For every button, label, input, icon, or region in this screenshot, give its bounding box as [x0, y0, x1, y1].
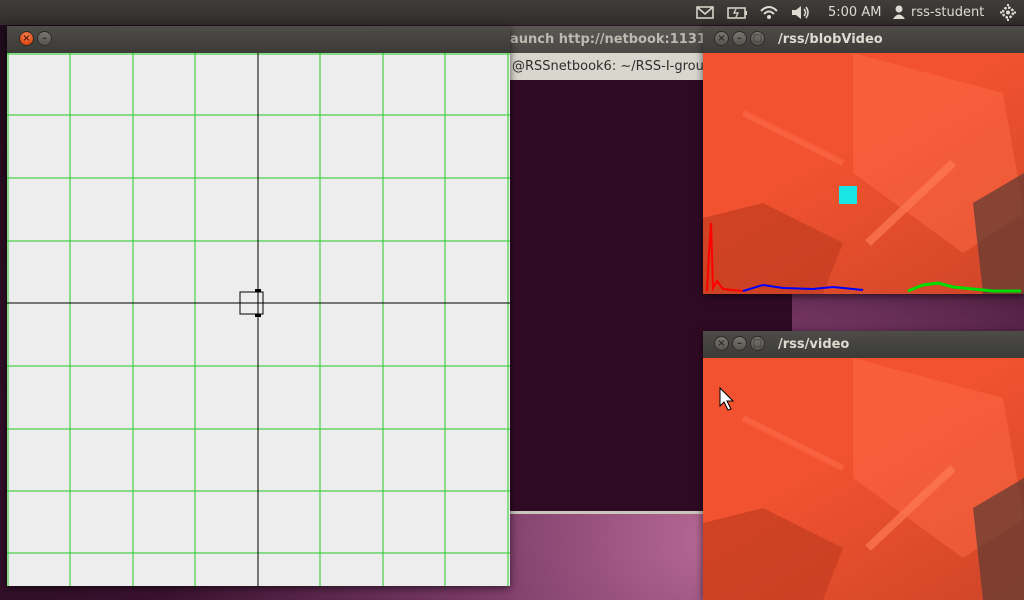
minimize-icon[interactable]: –	[732, 336, 747, 351]
close-icon[interactable]: ×	[714, 336, 729, 351]
video-frame	[703, 358, 1024, 600]
settings-gear-icon[interactable]	[998, 0, 1018, 25]
mouse-cursor-icon	[719, 386, 735, 411]
user-icon	[892, 0, 906, 25]
blob-video-frame	[703, 53, 1024, 294]
blob-video-title: /rss/blobVideo	[778, 32, 883, 47]
clock-label[interactable]: 5:00 AM	[828, 0, 881, 25]
terminal-title: aunch http://netbook:1131	[510, 32, 706, 47]
grid-window[interactable]: × –	[7, 26, 510, 586]
volume-icon[interactable]	[790, 0, 812, 25]
terminal-tab-label: @RSSnetbook6: ~/RSS-I-grou	[512, 59, 704, 74]
close-icon[interactable]: ×	[19, 31, 34, 46]
video-window[interactable]: × – □ /rss/video	[703, 331, 1024, 600]
video-overlay	[703, 358, 1024, 600]
blob-video-window[interactable]: × – □ /rss/blobVideo	[703, 26, 1024, 294]
wifi-icon[interactable]	[759, 0, 779, 25]
maximize-icon[interactable]: □	[750, 31, 765, 46]
blob-video-titlebar[interactable]: × – □ /rss/blobVideo	[703, 26, 1024, 53]
user-name-label[interactable]: rss-student	[911, 0, 984, 25]
blob-video-overlay	[703, 53, 1024, 294]
minimize-icon[interactable]: –	[37, 31, 52, 46]
blob-marker	[839, 186, 857, 204]
battery-icon[interactable]	[727, 0, 749, 25]
maximize-icon[interactable]: □	[750, 336, 765, 351]
video-titlebar[interactable]: × – □ /rss/video	[703, 331, 1024, 358]
minimize-icon[interactable]: –	[732, 31, 747, 46]
top-panel: 5:00 AM rss-student	[0, 0, 1024, 25]
grid-plot	[7, 53, 510, 586]
mail-icon[interactable]	[695, 0, 715, 25]
close-icon[interactable]: ×	[714, 31, 729, 46]
grid-canvas[interactable]	[7, 53, 510, 586]
grid-titlebar[interactable]: × –	[7, 26, 510, 53]
video-title: /rss/video	[778, 337, 850, 352]
